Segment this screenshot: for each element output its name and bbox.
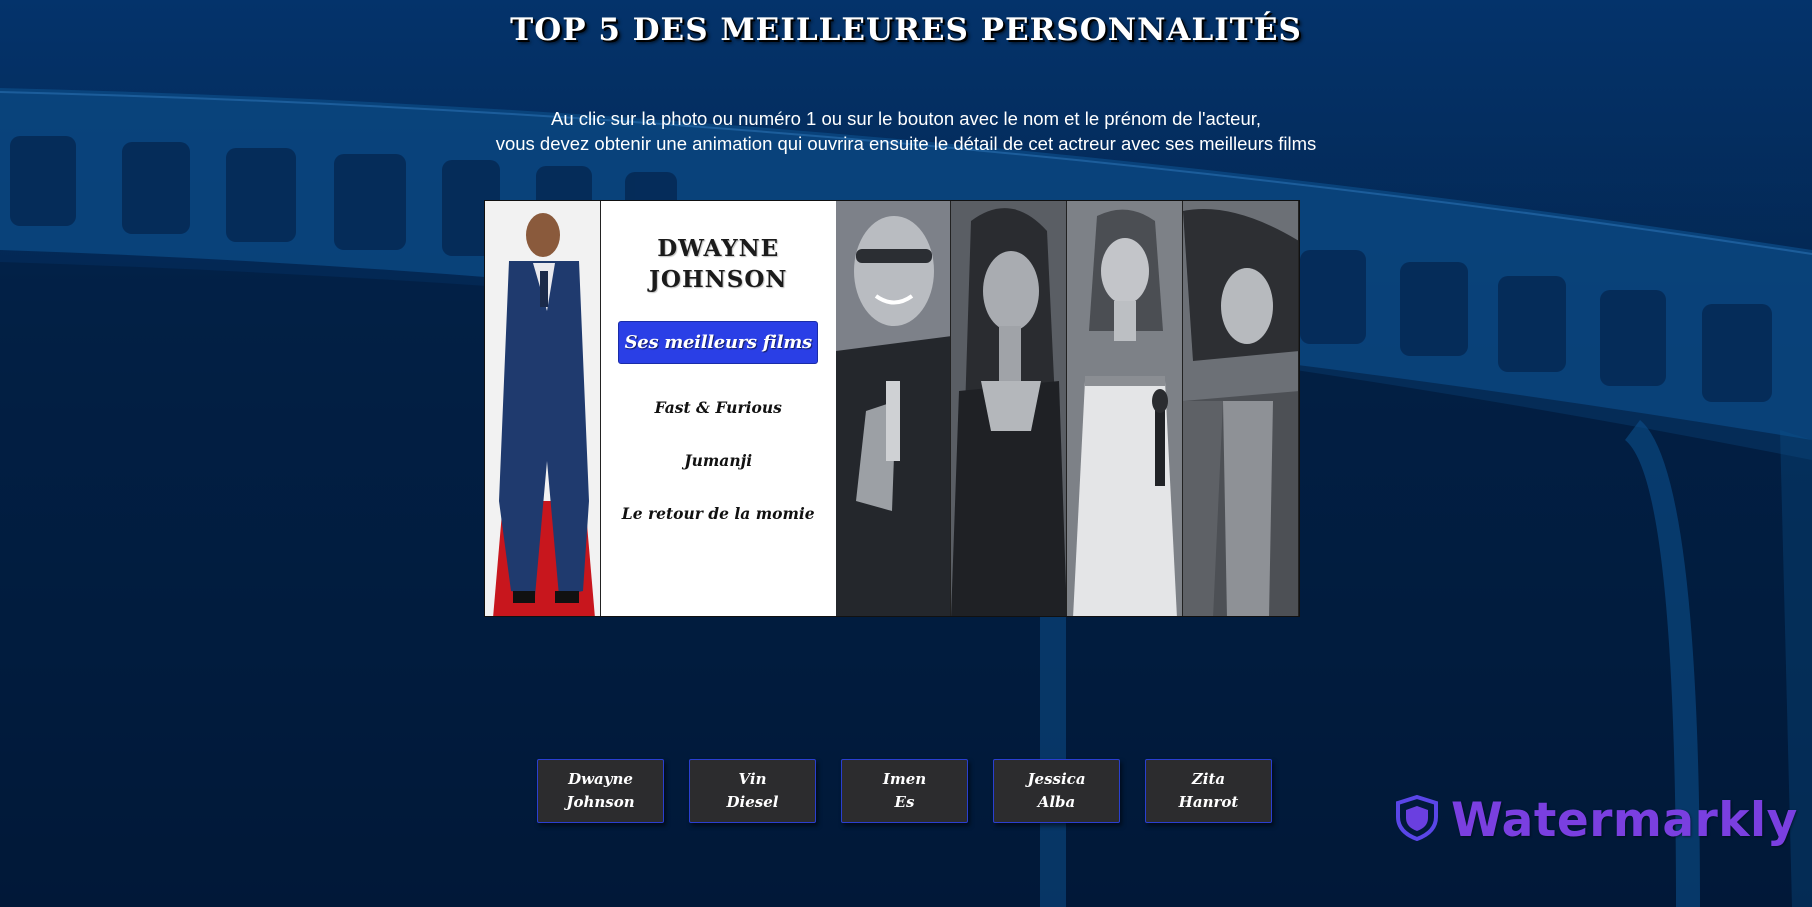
actor-photo-imen-es[interactable] xyxy=(951,201,1068,616)
actor-detail-panel: DWAYNE JOHNSON Ses meilleurs films Fast … xyxy=(600,201,836,616)
instructions-line-1: Au clic sur la photo ou numéro 1 ou sur … xyxy=(550,108,1262,129)
actor-detail-name: DWAYNE JOHNSON xyxy=(601,233,836,295)
actor-button-first-name: Imen xyxy=(882,770,927,788)
watermark-text: Watermarkly xyxy=(1451,793,1798,848)
actor-button-zita-hanrot[interactable]: Zita Hanrot xyxy=(1145,759,1272,823)
actor-photo-jessica-alba[interactable] xyxy=(1067,201,1184,616)
shield-icon xyxy=(1395,794,1439,846)
actor-button-imen-es[interactable]: Imen Es xyxy=(841,759,968,823)
actor-button-last-name: Johnson xyxy=(566,793,635,811)
actor-button-first-name: Vin xyxy=(738,770,767,788)
instructions-line-2: vous devez obtenir une animation qui ouv… xyxy=(495,133,1317,154)
film-item-3: Le retour de la momie xyxy=(621,504,815,523)
actor-button-last-name: Alba xyxy=(1037,793,1076,811)
actor-button-first-name: Jessica xyxy=(1027,770,1086,788)
actor-photo-vin-diesel[interactable] xyxy=(835,201,952,616)
film-item-1: Fast & Furious xyxy=(654,398,782,417)
actor-button-dwayne-johnson[interactable]: Dwayne Johnson xyxy=(537,759,664,823)
best-films-button[interactable]: Ses meilleurs films xyxy=(618,321,819,364)
actor-button-bar: Dwayne Johnson Vin Diesel Imen Es Jessic… xyxy=(537,759,1272,823)
actor-detail-first-name: DWAYNE xyxy=(657,235,780,262)
actor-button-first-name: Dwayne xyxy=(568,770,633,788)
instructions-text: Au clic sur la photo ou numéro 1 ou sur … xyxy=(0,106,1812,156)
watermark: Watermarkly xyxy=(1395,793,1798,848)
actor-gallery: DWAYNE JOHNSON Ses meilleurs films Fast … xyxy=(484,200,1300,617)
actor-detail-last-name: JOHNSON xyxy=(649,266,788,293)
actor-button-last-name: Es xyxy=(894,793,915,811)
actor-photo-dwayne-johnson[interactable] xyxy=(485,201,601,616)
actor-photo-zita-hanrot[interactable] xyxy=(1183,201,1299,616)
actor-button-vin-diesel[interactable]: Vin Diesel xyxy=(689,759,816,823)
actor-button-first-name: Zita xyxy=(1191,770,1226,788)
page-title: TOP 5 DES MEILLEURES PERSONNALITÉS xyxy=(510,12,1302,48)
actor-button-last-name: Hanrot xyxy=(1178,793,1239,811)
film-item-2: Jumanji xyxy=(684,451,753,470)
actor-button-jessica-alba[interactable]: Jessica Alba xyxy=(993,759,1120,823)
actor-button-last-name: Diesel xyxy=(726,793,779,811)
